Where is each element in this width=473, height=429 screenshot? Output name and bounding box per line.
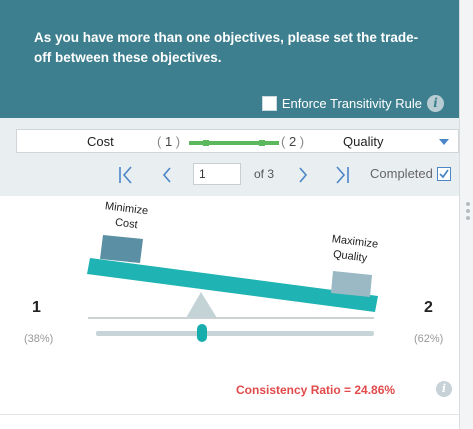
maximize-label-line2: Quality <box>332 248 368 264</box>
completed-label: Completed <box>370 166 433 181</box>
right-objective-number: 2 <box>424 299 433 316</box>
chevron-down-icon[interactable] <box>439 139 449 145</box>
prev-page-icon[interactable] <box>160 164 174 186</box>
page-number-input[interactable]: 1 <box>193 163 241 185</box>
left-objective-number: 1 <box>32 299 41 316</box>
info-icon[interactable]: i <box>427 94 444 112</box>
enforce-transitivity-checkbox[interactable] <box>261 95 277 111</box>
weight-slider[interactable] <box>96 324 374 344</box>
objective-right-index: ( 2 ) <box>281 134 305 149</box>
objective-right-name: Quality <box>343 134 384 149</box>
next-page-icon[interactable] <box>296 164 310 186</box>
slider-track[interactable] <box>96 331 374 336</box>
tradeoff-panel: As you have more than one objectives, pl… <box>0 0 460 429</box>
check-icon <box>439 168 449 178</box>
pair-connector-bar <box>189 140 279 146</box>
info-icon[interactable]: i <box>436 381 452 397</box>
slider-thumb[interactable] <box>196 324 207 342</box>
objective-left-index: ( 1 ) <box>157 134 181 149</box>
last-page-icon[interactable] <box>333 164 351 186</box>
completed-checkbox[interactable] <box>436 166 451 181</box>
resize-handle[interactable] <box>466 202 470 224</box>
header-instructions: As you have more than one objectives, pl… <box>34 30 419 65</box>
page-count-label: of 3 <box>254 167 275 181</box>
consistency-ratio: Consistency Ratio = 24.86% <box>236 383 396 397</box>
footer-divider <box>0 414 459 415</box>
quality-weight-box <box>331 271 372 297</box>
header-banner: As you have more than one objectives, pl… <box>0 0 459 118</box>
objective-pair-dropdown[interactable]: Cost ( 1 ) ( 2 ) Quality <box>16 129 459 153</box>
scale-fulcrum <box>186 292 217 318</box>
minimize-label-line2: Cost <box>114 217 138 232</box>
balance-scale: Minimize Cost Maximize Quality <box>87 200 379 319</box>
right-objective-percent: (62%) <box>414 333 444 345</box>
minimize-label-line1: Minimize <box>104 200 149 217</box>
enforce-transitivity-label[interactable]: Enforce Transitivity Rule <box>282 96 422 111</box>
completed-toggle[interactable]: Completed <box>370 166 451 181</box>
objective-left-name: Cost <box>87 134 114 149</box>
cost-weight-box <box>100 235 143 263</box>
enforce-transitivity-row[interactable]: Enforce Transitivity Rule i <box>261 94 444 112</box>
left-objective-percent: (38%) <box>24 333 54 345</box>
first-page-icon[interactable] <box>117 164 135 186</box>
